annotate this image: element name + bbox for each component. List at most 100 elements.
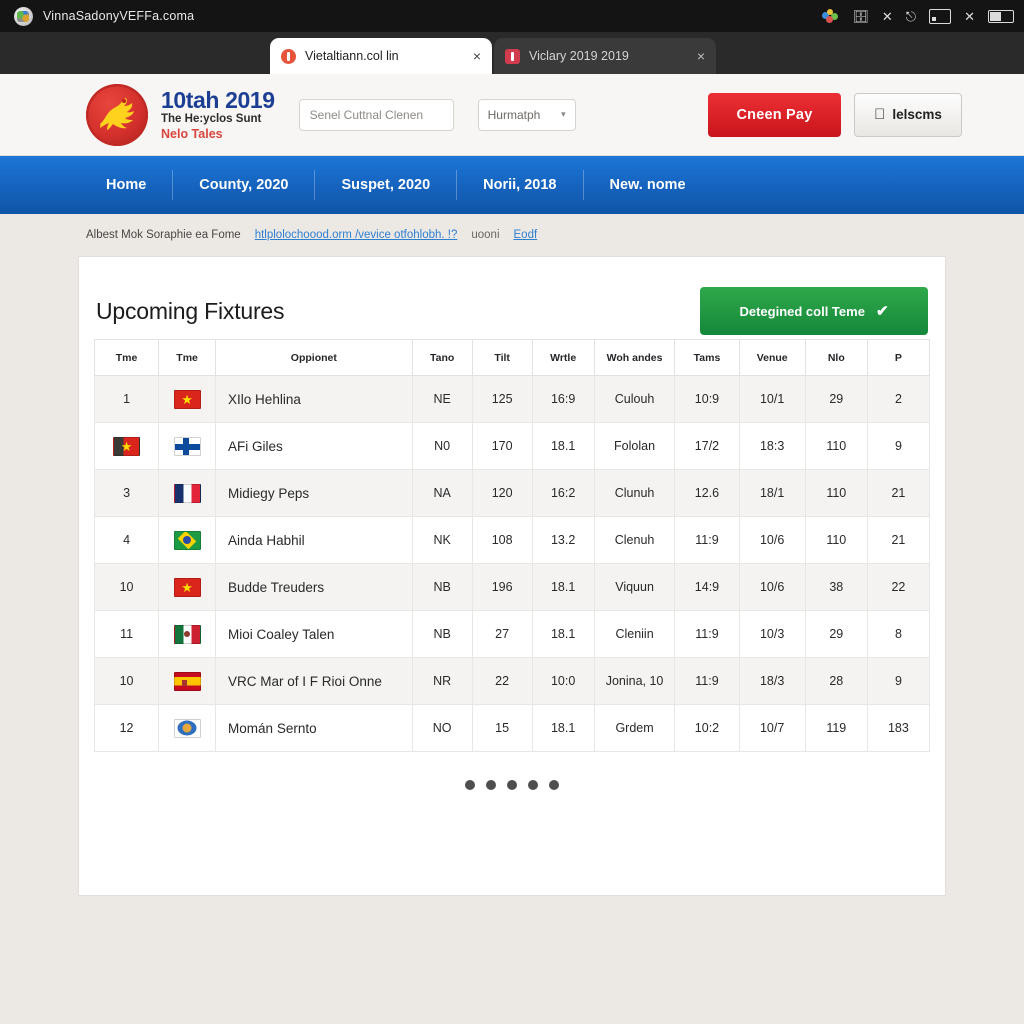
tab-close-icon[interactable]: ×: [697, 48, 705, 64]
cell-flag: [158, 610, 217, 658]
table-row[interactable]: 10 Budde TreudersNB19618.1Viquun14:910/63…: [93, 563, 931, 611]
language-select[interactable]: Hurmatph ▾: [477, 98, 576, 131]
nav-item-county[interactable]: County, 2020: [173, 170, 316, 200]
nav-item-norii[interactable]: Norii, 2018: [457, 170, 584, 200]
table-row[interactable]: 1 XIlo HehlinaNE12516:9Culouh10:910/1292: [93, 375, 931, 423]
cell-number: 11: [93, 610, 160, 658]
col-opponent[interactable]: Oppionet: [215, 339, 413, 376]
cell-c4: 196: [471, 563, 533, 611]
pagination-dot[interactable]: [486, 780, 496, 790]
cell-c7: 11:9: [674, 516, 740, 564]
cell-number: 1: [93, 375, 160, 423]
col-tme-1[interactable]: Tme: [93, 339, 160, 376]
nav-item-home[interactable]: Home: [86, 170, 174, 200]
pagination-dot[interactable]: [465, 780, 475, 790]
globe-icon: [14, 6, 33, 26]
cell-c6: Jonina, 10: [593, 657, 676, 705]
cell-c3: NO: [411, 704, 473, 752]
col-nlo[interactable]: Nlo: [804, 339, 868, 376]
table-row[interactable]: 11 Mioi Coaley Talen NB 27 18.1 Cleniin 11:9 10…: [93, 610, 931, 658]
cell-number: 10: [93, 563, 160, 611]
cell-c7: 17/2: [674, 422, 740, 470]
pay-button[interactable]: Cneen Pay: [708, 92, 841, 137]
table-row[interactable]: 10 VRC Mar of I F Rioi Onne NR 22 10:0 Jonina…: [93, 657, 931, 705]
search-input[interactable]: Senel Cuttnal Clenen: [298, 98, 454, 131]
dragon-emblem-logo-icon: [86, 83, 148, 146]
pagination-dot[interactable]: [528, 780, 538, 790]
cell-c10: 2: [866, 375, 931, 423]
table-row[interactable]: AFi GilesN017018.1Fololan17/218:31109: [93, 422, 931, 470]
window-title: VinnaSadonyVEFFa.coma: [43, 9, 195, 23]
pagination-dot[interactable]: [507, 780, 517, 790]
browser-tab-2[interactable]: Viclary 2019 2019 ×: [494, 38, 716, 74]
printer-icon[interactable]: 🗄: [852, 10, 869, 23]
cell-c4: 22: [471, 657, 533, 705]
cell-c6: Culouh: [593, 375, 676, 423]
table-header: Tme Tme Oppionet Tano Tilt Wrtle Woh and…: [93, 339, 931, 376]
cell-opponent: Midiegy Peps: [215, 469, 413, 517]
site-favicon-icon: [281, 48, 296, 64]
table-row[interactable]: 4 Ainda Habhil NK 108 13.2 Clenuh 11:9 10/6 110 2…: [93, 516, 931, 564]
table-body: 1XIlo HehlinaNE12516:9Culouh10:910/1292A…: [93, 375, 931, 752]
cell-number: 10: [93, 657, 160, 705]
tab-title: Viclary 2019 2019: [529, 49, 629, 63]
cell-flag: [158, 422, 217, 470]
system-tray: 🗄 ✕ ⎋ ✕: [822, 8, 1014, 24]
cell-opponent: Ainda Habhil: [215, 516, 413, 564]
window-icon[interactable]: [929, 8, 952, 24]
cell-c9: 28: [804, 657, 868, 705]
bluetooth-off-icon[interactable]: ✕: [882, 10, 893, 23]
cell-c9: 110: [804, 422, 868, 470]
os-titlebar: VinnaSadonyVEFFa.coma 🗄 ✕ ⎋ ✕: [0, 0, 1024, 32]
col-p[interactable]: P: [866, 339, 931, 376]
col-wrtle[interactable]: Wrtle: [531, 339, 595, 376]
cell-c9: 110: [804, 516, 868, 564]
nav-item-suspet[interactable]: Suspet, 2020: [315, 170, 458, 200]
table-row[interactable]: 12 Momán Sernto NO 15 18.1 Grdem 10:2 10/7 119 18…: [93, 704, 931, 752]
cell-c8: 10/7: [738, 704, 806, 752]
col-tilt[interactable]: Tilt: [471, 339, 533, 376]
app-store-button[interactable]:  lelscms: [854, 92, 962, 137]
col-tme-2[interactable]: Tme: [158, 339, 217, 376]
cell-c4: 15: [471, 704, 533, 752]
close-icon[interactable]: ✕: [964, 10, 975, 23]
breadcrumb-link-2[interactable]: Eodf: [514, 229, 538, 241]
browser-tabstrip: Vietaltiann.col lin × Viclary 2019 2019 …: [0, 32, 1024, 74]
cell-opponent: VRC Mar of I F Rioi Onne: [215, 657, 413, 705]
brand[interactable]: 10tah 2019 The He:yclos Sunt Nelo Tales: [86, 83, 275, 146]
browser-tab-1[interactable]: Vietaltiann.col lin ×: [270, 38, 492, 74]
clock-icon[interactable]: ⎋: [906, 10, 916, 23]
flag-vietnam-icon: [173, 389, 201, 409]
battery-icon[interactable]: [988, 9, 1014, 23]
cell-c3: NR: [411, 657, 473, 705]
col-tano[interactable]: Tano: [411, 339, 473, 376]
page-title: Upcoming Fixtures: [96, 297, 285, 324]
cell-c6: Viquun: [593, 563, 676, 611]
card-header: Upcoming Fixtures Detegined coll Teme ✔: [94, 283, 930, 339]
cell-c7: 11:9: [674, 610, 740, 658]
col-tams[interactable]: Tams: [674, 339, 740, 376]
cell-c4: 170: [471, 422, 533, 470]
colorful-apps-icon[interactable]: [822, 8, 839, 24]
cell-c8: 18/3: [738, 657, 806, 705]
cell-opponent: XIlo Hehlina: [215, 375, 413, 423]
fixtures-card: Upcoming Fixtures Detegined coll Teme ✔ …: [78, 256, 946, 896]
pagination-dot[interactable]: [549, 780, 559, 790]
table-row[interactable]: 3 Midiegy Peps NA 120 16:2 Clunuh 12.6 18/1 110 2…: [93, 469, 931, 517]
col-woh-andes[interactable]: Woh andes: [593, 339, 676, 376]
cell-c3: NE: [411, 375, 473, 423]
tab-title: Vietaltiann.col lin: [305, 49, 399, 63]
detect-team-button[interactable]: Detegined coll Teme ✔: [700, 287, 928, 335]
cell-c10: 8: [866, 610, 931, 658]
breadcrumb-link[interactable]: htlplolochoood.orm /vevice otfohlobh. !?: [255, 229, 458, 241]
pagination-dots[interactable]: [94, 752, 930, 790]
tab-close-icon[interactable]: ×: [473, 48, 481, 64]
nav-item-new-nome[interactable]: New. nome: [584, 170, 712, 200]
page-viewport: 10tah 2019 The He:yclos Sunt Nelo Tales …: [0, 74, 1024, 1024]
cell-c5: 18.1: [531, 422, 595, 470]
cell-c6: Clenuh: [593, 516, 676, 564]
cell-c4: 125: [471, 375, 533, 423]
main-nav: Home County, 2020 Suspet, 2020 Norii, 20…: [0, 156, 1024, 214]
col-venue[interactable]: Venue: [738, 339, 806, 376]
cell-c5: 18.1: [531, 563, 595, 611]
